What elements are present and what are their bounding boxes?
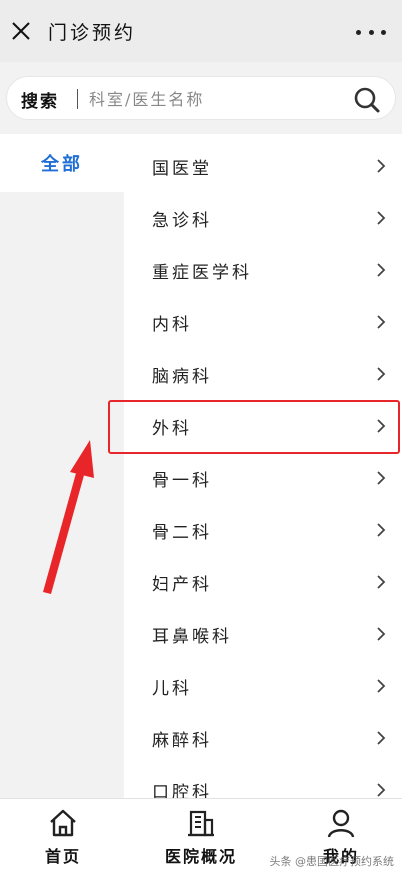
department-name: 口腔科 bbox=[152, 783, 212, 798]
department-row[interactable]: 耳鼻喉科 bbox=[124, 608, 402, 660]
search-divider bbox=[77, 89, 78, 109]
tab-hospital-overview[interactable]: 医院概况 bbox=[146, 805, 256, 869]
search-input[interactable] bbox=[89, 83, 349, 115]
chevron-right-icon bbox=[377, 159, 386, 173]
chevron-right-icon bbox=[377, 731, 386, 745]
search-section: 搜索 bbox=[0, 62, 402, 134]
department-row[interactable]: 麻醉科 bbox=[124, 712, 402, 764]
department-row[interactable]: 内科 bbox=[124, 296, 402, 348]
close-button[interactable] bbox=[8, 18, 34, 44]
department-list: 国医堂急诊科重症医学科内科脑病科外科骨一科骨二科妇产科耳鼻喉科儿科麻醉科口腔科 bbox=[124, 134, 402, 798]
more-button[interactable] bbox=[356, 22, 386, 42]
home-icon bbox=[50, 809, 76, 837]
department-name: 麻醉科 bbox=[152, 731, 212, 751]
chevron-right-icon bbox=[377, 263, 386, 277]
sidebar-item-all[interactable]: 全部 bbox=[0, 150, 124, 176]
chevron-right-icon bbox=[377, 315, 386, 329]
department-row[interactable]: 重症医学科 bbox=[124, 244, 402, 296]
chevron-right-icon bbox=[377, 627, 386, 641]
search-bar[interactable]: 搜索 bbox=[6, 76, 396, 120]
chevron-right-icon bbox=[377, 523, 386, 537]
department-name: 骨二科 bbox=[152, 523, 212, 543]
watermark: 头条 @患国医疗预约系统 bbox=[269, 855, 395, 868]
chevron-right-icon bbox=[377, 575, 386, 589]
department-name: 内科 bbox=[152, 315, 192, 335]
department-name: 儿科 bbox=[152, 679, 192, 699]
content-area: 全部 国医堂急诊科重症医学科内科脑病科外科骨一科骨二科妇产科耳鼻喉科儿科麻醉科口… bbox=[0, 134, 402, 798]
department-row[interactable]: 急诊科 bbox=[124, 192, 402, 244]
building-icon bbox=[188, 810, 214, 837]
department-name: 妇产科 bbox=[152, 575, 212, 595]
department-row[interactable]: 口腔科 bbox=[124, 764, 402, 798]
tab-hospital-overview-label: 医院概况 bbox=[164, 847, 237, 866]
department-row[interactable]: 外科 bbox=[124, 400, 402, 452]
department-name: 耳鼻喉科 bbox=[152, 627, 232, 647]
bottom-tab-bar: 首页 医院概况 我的 头条 @患国医疗预约系统 bbox=[0, 798, 402, 875]
department-name: 国医堂 bbox=[152, 159, 212, 179]
chevron-right-icon bbox=[377, 367, 386, 381]
search-icon[interactable] bbox=[353, 86, 381, 114]
tab-home[interactable]: 首页 bbox=[8, 805, 118, 869]
user-icon bbox=[327, 809, 355, 838]
department-row[interactable]: 妇产科 bbox=[124, 556, 402, 608]
department-name: 外科 bbox=[152, 419, 192, 439]
more-dots-icon bbox=[356, 29, 361, 35]
department-name: 骨一科 bbox=[152, 471, 212, 491]
department-row[interactable]: 国医堂 bbox=[124, 140, 402, 192]
chevron-right-icon bbox=[377, 471, 386, 485]
close-icon bbox=[12, 22, 30, 40]
chevron-right-icon bbox=[377, 679, 386, 693]
department-row[interactable]: 脑病科 bbox=[124, 348, 402, 400]
department-row[interactable]: 骨一科 bbox=[124, 452, 402, 504]
department-name: 脑病科 bbox=[152, 367, 212, 387]
department-row[interactable]: 儿科 bbox=[124, 660, 402, 712]
top-bar: 门诊预约 bbox=[0, 0, 402, 62]
tab-home-label: 首页 bbox=[44, 847, 81, 866]
page-title: 门诊预约 bbox=[48, 22, 137, 44]
chevron-right-icon bbox=[377, 419, 386, 433]
search-label: 搜索 bbox=[21, 92, 59, 112]
chevron-right-icon bbox=[377, 783, 386, 797]
chevron-right-icon bbox=[377, 211, 386, 225]
department-name: 急诊科 bbox=[152, 211, 212, 231]
department-name: 重症医学科 bbox=[152, 263, 252, 283]
category-sidebar: 全部 bbox=[0, 134, 124, 798]
department-row[interactable]: 骨二科 bbox=[124, 504, 402, 556]
